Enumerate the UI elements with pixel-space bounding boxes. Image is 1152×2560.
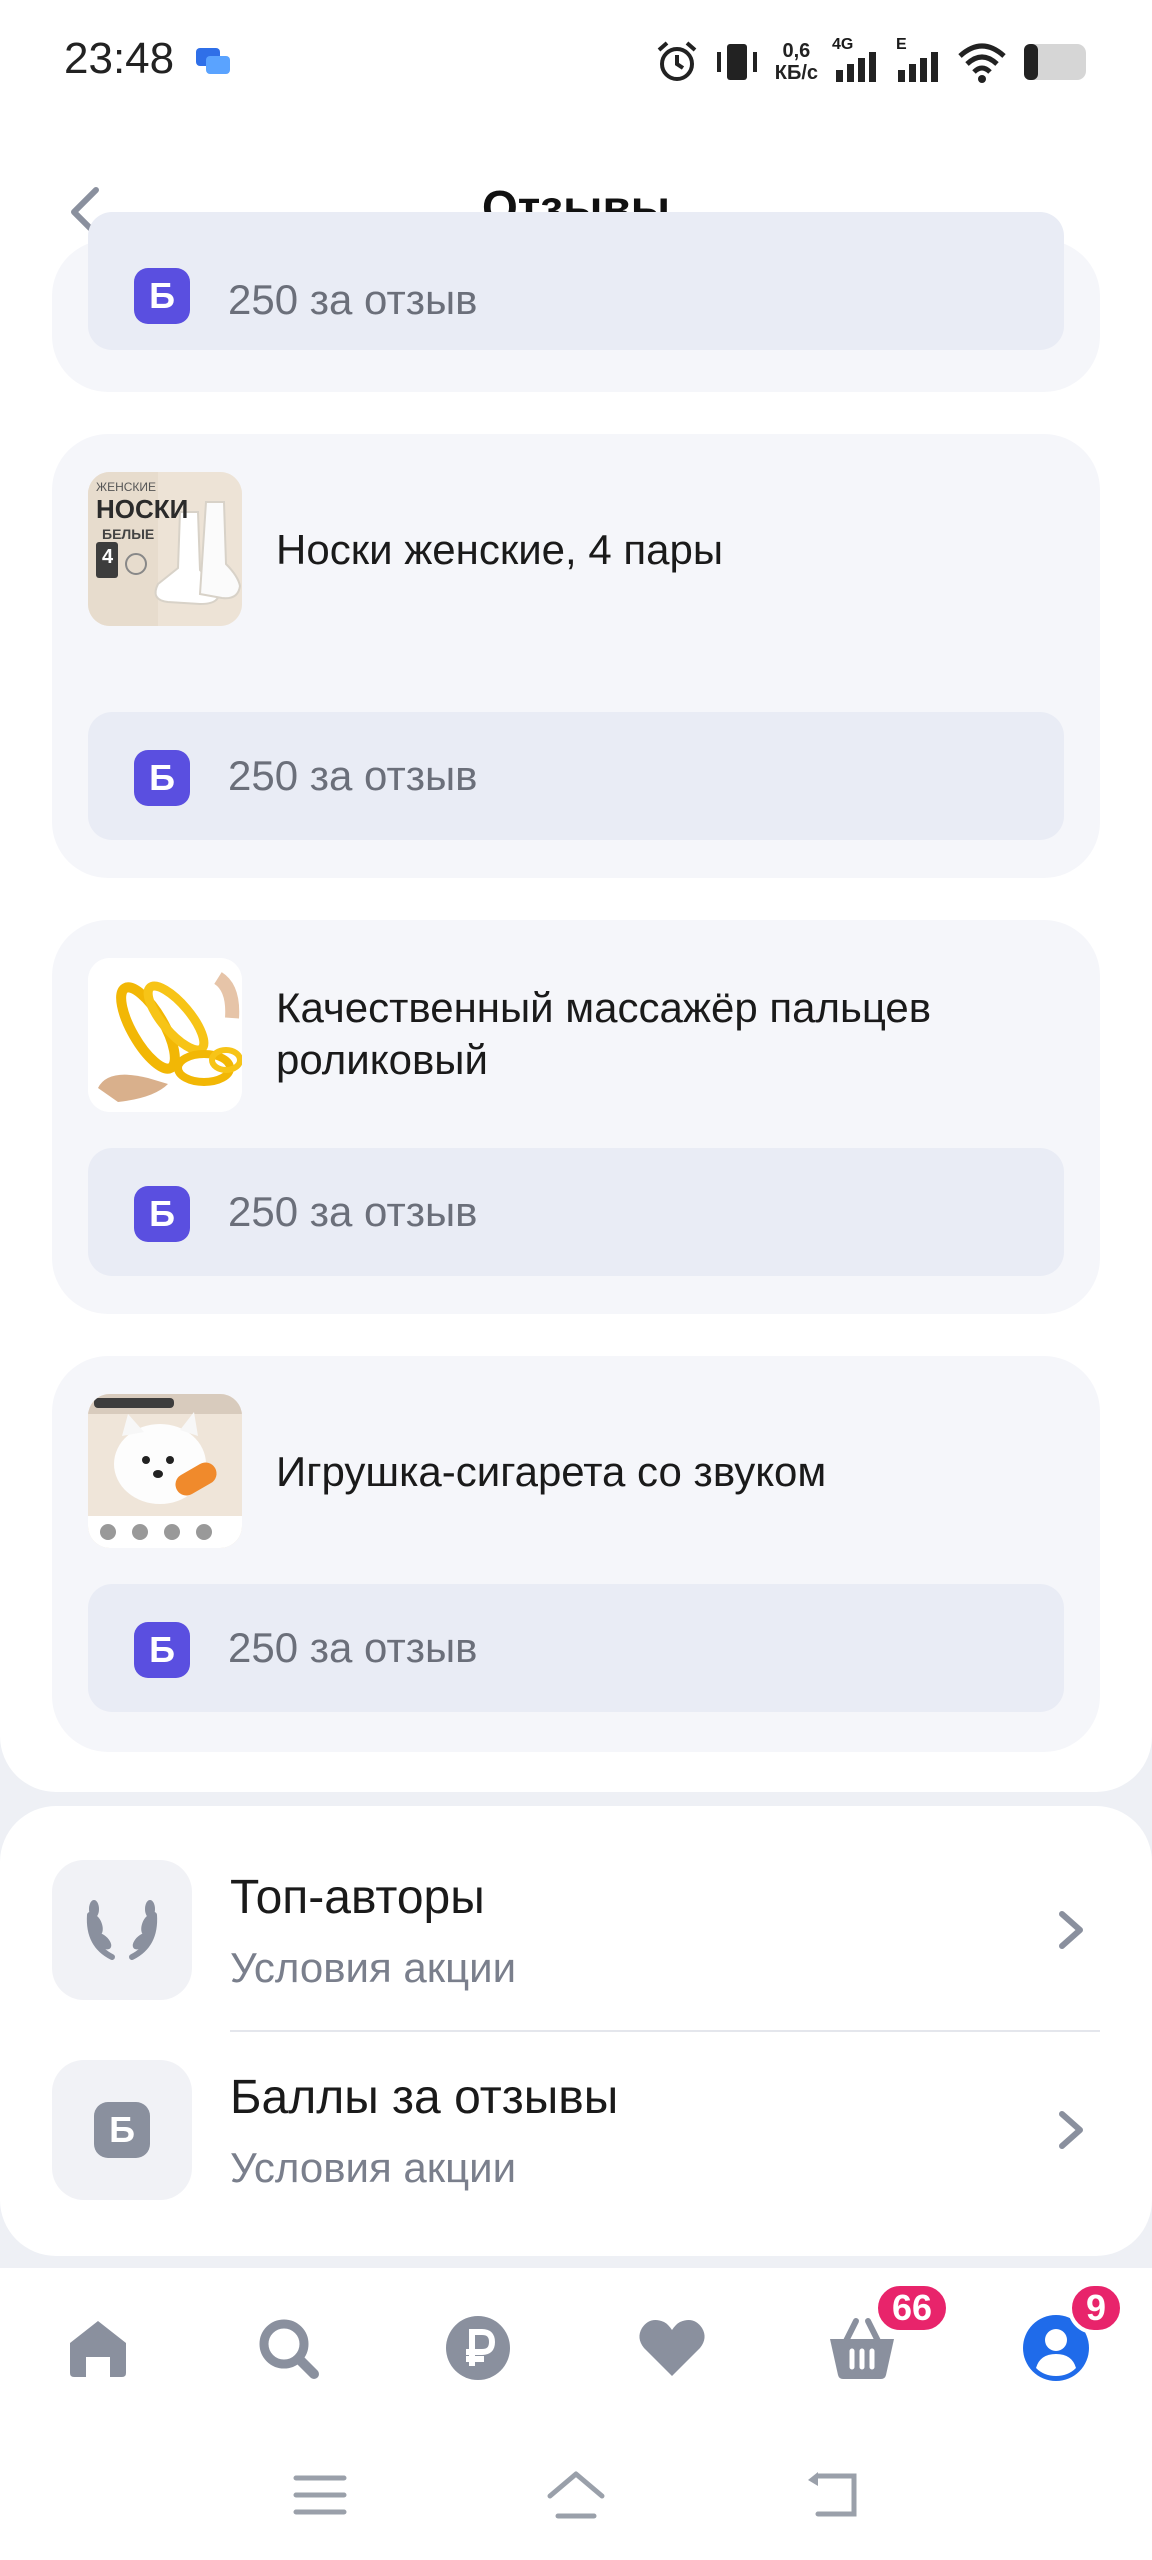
product-card-partial[interactable]: Б 250 за отзыв <box>52 212 1100 392</box>
points-b-icon: Б <box>134 1186 190 1242</box>
message-notification-icon <box>196 48 230 74</box>
info-title: Топ-авторы <box>230 1871 485 1924</box>
reward-bar: Б 250 за отзыв <box>88 1584 1064 1712</box>
points-b-icon: Б <box>134 750 190 806</box>
net-speed-unit: КБ/с <box>774 62 818 84</box>
signal-4g-icon: 4G <box>832 36 880 84</box>
product-image-dog-toy[interactable] <box>88 1394 242 1548</box>
reward-text: 250 за отзыв <box>228 1624 478 1671</box>
points-b-icon: Б <box>134 1622 190 1678</box>
status-time: 23:48 <box>64 34 175 83</box>
menu-icon[interactable] <box>290 2468 350 2522</box>
product-card[interactable]: Игрушка-сигарета со звуком Б 250 за отзы… <box>52 1356 1100 1752</box>
status-icons: 0,6 КБ/с 4G E <box>655 34 1092 90</box>
top-authors-row[interactable]: Топ-авторы Условия акции <box>0 1830 1152 2030</box>
net-speed: 0,6 КБ/с <box>775 40 818 84</box>
chevron-right-icon <box>1059 1911 1083 1949</box>
back-system-icon[interactable] <box>804 2468 864 2522</box>
chevron-right-icon <box>1059 2111 1083 2149</box>
product-card[interactable]: ЖЕНСКИЕ НОСКИ БЕЛЫЕ 4 Носки женские, 4 п… <box>52 434 1100 878</box>
profile-notification-badge: 9 <box>1068 2282 1125 2334</box>
socks-label-1: ЖЕНСКИЕ <box>96 480 157 494</box>
product-image-socks[interactable]: ЖЕНСКИЕ НОСКИ БЕЛЫЕ 4 <box>88 472 242 626</box>
search-icon <box>259 2319 319 2379</box>
home-system-icon[interactable] <box>546 2468 606 2522</box>
alarm-icon <box>657 41 697 81</box>
status-bar: 23:48 0,6 КБ/с 4G E <box>0 0 1152 124</box>
info-subtitle: Условия акции <box>230 2144 517 2191</box>
reviews-list-panel: Б 250 за отзыв ЖЕНСКИЕ НОСКИ БЕЛЫЕ 4 Нос… <box>0 212 1152 1792</box>
ruble-icon <box>446 2316 510 2380</box>
laurel-icon <box>52 1860 192 2000</box>
points-b-letter: Б <box>94 2102 150 2158</box>
socks-label-3: БЕЛЫЕ <box>102 526 155 542</box>
product-card[interactable]: Качественный массажёр пальцев роликовый … <box>52 920 1100 1314</box>
nav-search[interactable] <box>248 2308 328 2388</box>
info-title: Баллы за отзывы <box>230 2071 619 2124</box>
vibrate-icon <box>716 44 757 80</box>
reward-text: 250 за отзыв <box>228 752 478 799</box>
points-b-icon: Б <box>134 268 190 324</box>
nav-ruble[interactable] <box>438 2308 518 2388</box>
reward-text: 250 за отзыв <box>228 276 478 323</box>
bottom-navigation: 66 9 <box>0 2268 1152 2428</box>
product-name[interactable]: Качественный массажёр пальцев роликовый <box>276 982 1070 1086</box>
nav-favorites[interactable] <box>632 2308 712 2388</box>
info-subtitle: Условия акции <box>230 1944 517 1991</box>
cart-count-badge: 66 <box>874 2282 951 2334</box>
battery-icon <box>1024 44 1086 80</box>
reward-text: 250 за отзыв <box>228 1188 478 1235</box>
socks-label-2: НОСКИ <box>96 494 189 524</box>
product-image-massager[interactable] <box>88 958 242 1112</box>
net-speed-value: 0,6 <box>782 40 811 62</box>
signal-e-icon: E <box>894 36 942 84</box>
reward-bar: Б 250 за отзыв <box>88 1148 1064 1276</box>
points-b-icon: Б <box>52 2060 192 2200</box>
nav-home[interactable] <box>58 2308 138 2388</box>
reward-bar: Б 250 за отзыв <box>88 212 1064 350</box>
divider <box>230 2030 1100 2032</box>
points-for-reviews-row[interactable]: Б Баллы за отзывы Условия акции <box>0 2030 1152 2230</box>
reward-bar: Б 250 за отзыв <box>88 712 1064 840</box>
product-name[interactable]: Игрушка-сигарета со звуком <box>276 1446 1070 1498</box>
system-navigation-bar <box>0 2428 1152 2560</box>
home-icon <box>70 2321 126 2377</box>
wifi-icon <box>958 43 1006 83</box>
socks-label-count: 4 <box>102 546 114 568</box>
heart-icon <box>639 2320 705 2376</box>
product-name[interactable]: Носки женские, 4 пары <box>276 524 1070 576</box>
